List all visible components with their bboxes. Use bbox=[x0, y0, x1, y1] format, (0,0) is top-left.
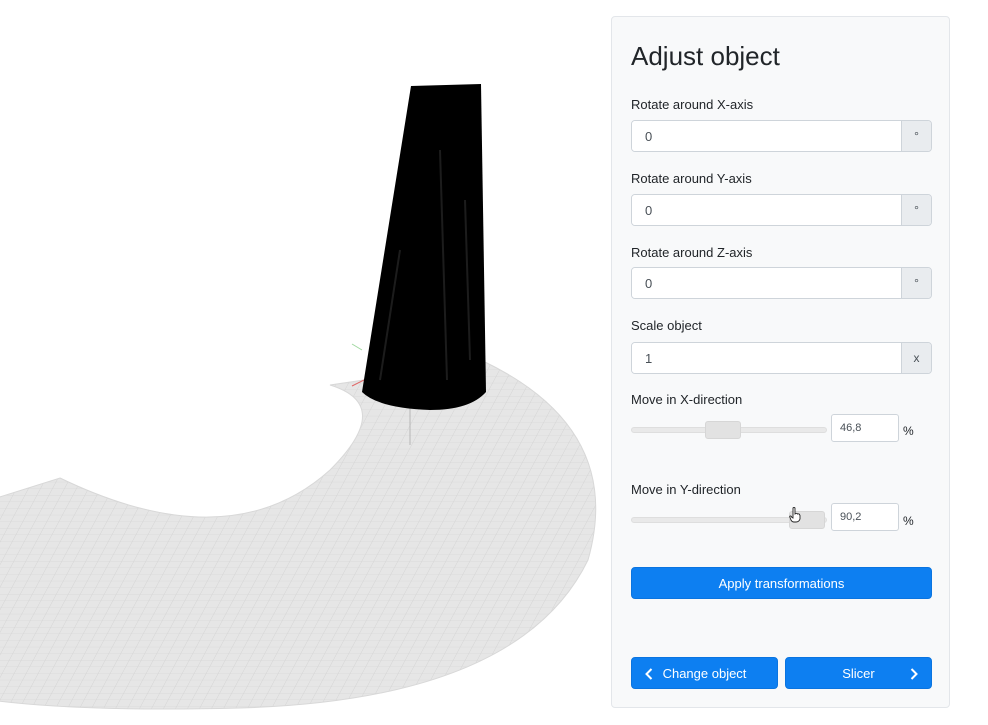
apply-transformations-button[interactable]: Apply transformations bbox=[631, 567, 932, 599]
apply-transformations-label: Apply transformations bbox=[718, 575, 845, 591]
degree-suffix: ° bbox=[901, 195, 931, 225]
move-x-slider-thumb[interactable] bbox=[704, 421, 741, 439]
change-object-label: Change object bbox=[662, 665, 747, 681]
scale-input[interactable] bbox=[632, 343, 901, 373]
degree-suffix: ° bbox=[901, 121, 931, 151]
move-y-label: Move in Y-direction bbox=[631, 482, 741, 497]
move-y-unit: % bbox=[903, 514, 914, 528]
rotate-x-input[interactable] bbox=[632, 121, 901, 151]
axis-z-line bbox=[351, 343, 363, 351]
3d-viewport[interactable] bbox=[0, 0, 610, 720]
rotate-z-label: Rotate around Z-axis bbox=[631, 245, 753, 260]
scale-label: Scale object bbox=[631, 318, 702, 333]
scale-suffix: x bbox=[901, 343, 931, 373]
build-plate bbox=[0, 361, 597, 710]
slicer-button[interactable]: Slicer bbox=[785, 657, 932, 689]
move-x-unit: % bbox=[903, 424, 914, 438]
scale-group: x bbox=[631, 342, 932, 374]
adjust-object-panel: Adjust object Rotate around X-axis ° Rot… bbox=[611, 16, 950, 708]
rotate-y-group: ° bbox=[631, 194, 932, 226]
rotate-z-input[interactable] bbox=[632, 268, 901, 298]
rotate-y-input[interactable] bbox=[632, 195, 901, 225]
degree-suffix: ° bbox=[901, 268, 931, 298]
slicer-label: Slicer bbox=[842, 665, 875, 681]
change-object-button[interactable]: Change object bbox=[631, 657, 778, 689]
chevron-left-icon bbox=[645, 668, 653, 680]
hand-pointer-icon bbox=[789, 507, 801, 528]
move-x-slider[interactable] bbox=[631, 421, 827, 439]
move-x-value-input[interactable] bbox=[831, 414, 899, 442]
rotate-x-label: Rotate around X-axis bbox=[631, 97, 754, 112]
rotate-y-label: Rotate around Y-axis bbox=[631, 171, 752, 186]
move-x-label: Move in X-direction bbox=[631, 392, 743, 407]
chevron-right-icon bbox=[910, 668, 918, 680]
rotate-x-group: ° bbox=[631, 120, 932, 152]
move-y-value-input[interactable] bbox=[831, 503, 899, 531]
rotate-z-group: ° bbox=[631, 267, 932, 299]
panel-title: Adjust object bbox=[631, 41, 780, 71]
